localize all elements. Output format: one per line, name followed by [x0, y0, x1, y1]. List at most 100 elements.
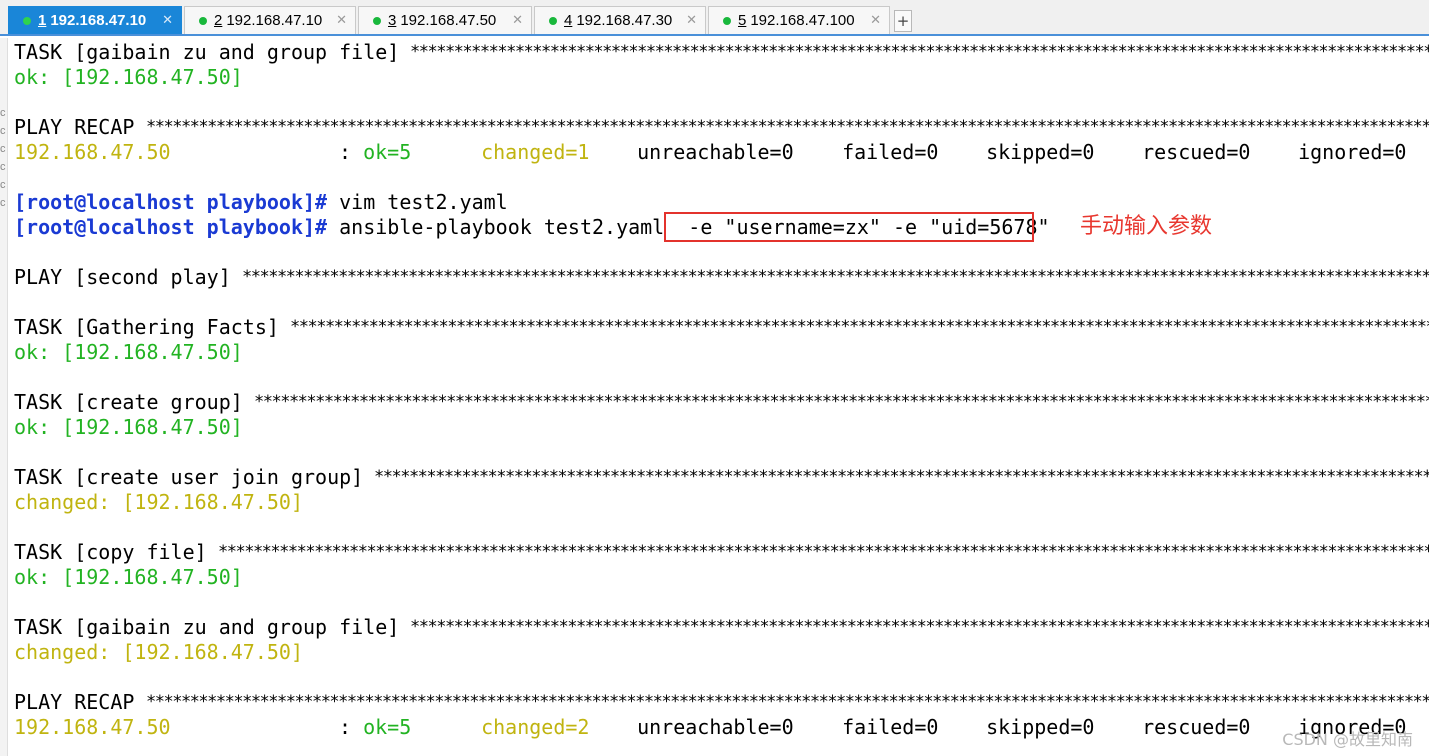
stars-divider: ****************************************… [410, 617, 1429, 637]
watermark: CSDN @故里知南 [1282, 730, 1413, 749]
stars-divider: ****************************************… [242, 267, 1429, 287]
tab-session-5[interactable]: 5 192.168.47.100 ✕ [708, 6, 890, 34]
edge-mark: c [0, 161, 6, 173]
task-result-ok: ok: [192.168.47.50] [14, 65, 243, 89]
stars-divider: ****************************************… [146, 117, 1429, 137]
shell-prompt: [root@localhost playbook]# [14, 215, 328, 239]
edge-mark: c [0, 143, 6, 155]
connected-status-icon [723, 16, 731, 25]
edge-mark: c [0, 107, 6, 119]
recap-header: PLAY RECAP [14, 115, 147, 139]
tab-label: 192.168.47.100 [750, 12, 855, 29]
task-header: TASK [copy file] [14, 540, 219, 564]
close-icon[interactable]: ✕ [162, 13, 173, 28]
task-header: TASK [create group] [14, 390, 255, 414]
tab-number: 1 [38, 12, 47, 29]
recap-rescued: rescued=0 [1142, 140, 1251, 164]
terminal-output[interactable]: TASK [gaibain zu and group file] *******… [14, 40, 1429, 740]
task-header: TASK [Gathering Facts] [14, 315, 291, 339]
left-panel-edge: c c c c c c [0, 38, 8, 756]
terminal-line: PLAY RECAP *****************************… [14, 690, 1429, 715]
recap-ignored: ignored=0 [1298, 140, 1407, 164]
edge-mark: c [0, 125, 6, 137]
connected-status-icon [549, 16, 557, 25]
connected-status-icon [23, 16, 31, 25]
terminal-line: TASK [gaibain zu and group file] *******… [14, 40, 1429, 65]
connected-status-icon [373, 16, 381, 25]
recap-ok: ok=5 [363, 715, 412, 739]
recap-sep: : [339, 140, 364, 164]
tab-number: 3 [388, 12, 397, 29]
task-result-ok: ok: [192.168.47.50] [14, 340, 243, 364]
recap-line: 192.168.47.50: ok=5 changed=1 unreachable=… [14, 140, 1429, 165]
task-result-ok: ok: [192.168.47.50] [14, 565, 243, 589]
tab-label: 192.168.47.10 [50, 12, 147, 29]
tab-label: 192.168.47.50 [400, 12, 497, 29]
recap-host: 192.168.47.50 [14, 715, 171, 739]
tab-session-2[interactable]: 2 192.168.47.10 ✕ [184, 6, 356, 34]
task-result-changed: changed: [192.168.47.50] [14, 640, 303, 664]
stars-divider: ****************************************… [374, 467, 1429, 487]
recap-changed: changed=1 [481, 140, 590, 164]
recap-host: 192.168.47.50 [14, 140, 171, 164]
tab-session-3[interactable]: 3 192.168.47.50 ✕ [358, 6, 532, 34]
tab-bar: 1 192.168.47.10 ✕ 2 192.168.47.10 ✕ 3 19… [0, 0, 1429, 36]
terminal-line: TASK [gaibain zu and group file] *******… [14, 615, 1429, 640]
recap-failed: failed=0 [842, 715, 939, 739]
tab-label: 192.168.47.10 [226, 12, 323, 29]
terminal-line: TASK [copy file] ***********************… [14, 540, 1429, 565]
stars-divider: ****************************************… [290, 317, 1429, 337]
recap-failed: failed=0 [842, 140, 939, 164]
terminal-line: PLAY RECAP *****************************… [14, 115, 1429, 140]
connected-status-icon [199, 16, 207, 25]
task-result-changed: changed: [192.168.47.50] [14, 490, 303, 514]
highlight-box [664, 212, 1034, 242]
task-header: TASK [create user join group] [14, 465, 376, 489]
edge-mark: c [0, 179, 6, 191]
tab-number: 5 [738, 12, 747, 29]
task-header: TASK [gaibain zu and group file] [14, 40, 412, 64]
command-text: vim test2.yaml [327, 190, 508, 214]
tab-number: 2 [214, 12, 223, 29]
edge-mark: c [0, 197, 6, 209]
recap-ok: ok=5 [363, 140, 412, 164]
task-result-ok: ok: [192.168.47.50] [14, 415, 243, 439]
close-icon[interactable]: ✕ [870, 13, 881, 28]
annotation-label: 手动输入参数 [1080, 214, 1213, 239]
close-icon[interactable]: ✕ [686, 13, 697, 28]
recap-header: PLAY RECAP [14, 690, 147, 714]
recap-sep: : [339, 715, 364, 739]
tab-number: 4 [564, 12, 573, 29]
stars-divider: ****************************************… [254, 392, 1429, 412]
tab-session-1[interactable]: 1 192.168.47.10 ✕ [8, 6, 182, 34]
recap-unreachable: unreachable=0 [637, 715, 794, 739]
terminal-line: TASK [create group] ********************… [14, 390, 1429, 415]
play-header: PLAY [second play] [14, 265, 243, 289]
terminal-line: PLAY [second play] *********************… [14, 265, 1429, 290]
tab-session-4[interactable]: 4 192.168.47.30 ✕ [534, 6, 706, 34]
new-tab-button[interactable]: + [894, 10, 912, 32]
terminal-line: TASK [Gathering Facts] *****************… [14, 315, 1429, 340]
stars-divider: ****************************************… [218, 542, 1429, 562]
recap-unreachable: unreachable=0 [637, 140, 794, 164]
task-header: TASK [gaibain zu and group file] [14, 615, 412, 639]
stars-divider: ****************************************… [410, 42, 1429, 62]
tab-label: 192.168.47.30 [576, 12, 673, 29]
recap-skipped: skipped=0 [986, 140, 1095, 164]
close-icon[interactable]: ✕ [512, 13, 523, 28]
close-icon[interactable]: ✕ [336, 13, 347, 28]
stars-divider: ****************************************… [146, 692, 1429, 712]
recap-line: 192.168.47.50: ok=5 changed=2 unreachable=… [14, 715, 1429, 740]
shell-prompt: [root@localhost playbook]# [14, 190, 328, 214]
recap-rescued: rescued=0 [1142, 715, 1251, 739]
recap-changed: changed=2 [481, 715, 590, 739]
recap-skipped: skipped=0 [986, 715, 1095, 739]
